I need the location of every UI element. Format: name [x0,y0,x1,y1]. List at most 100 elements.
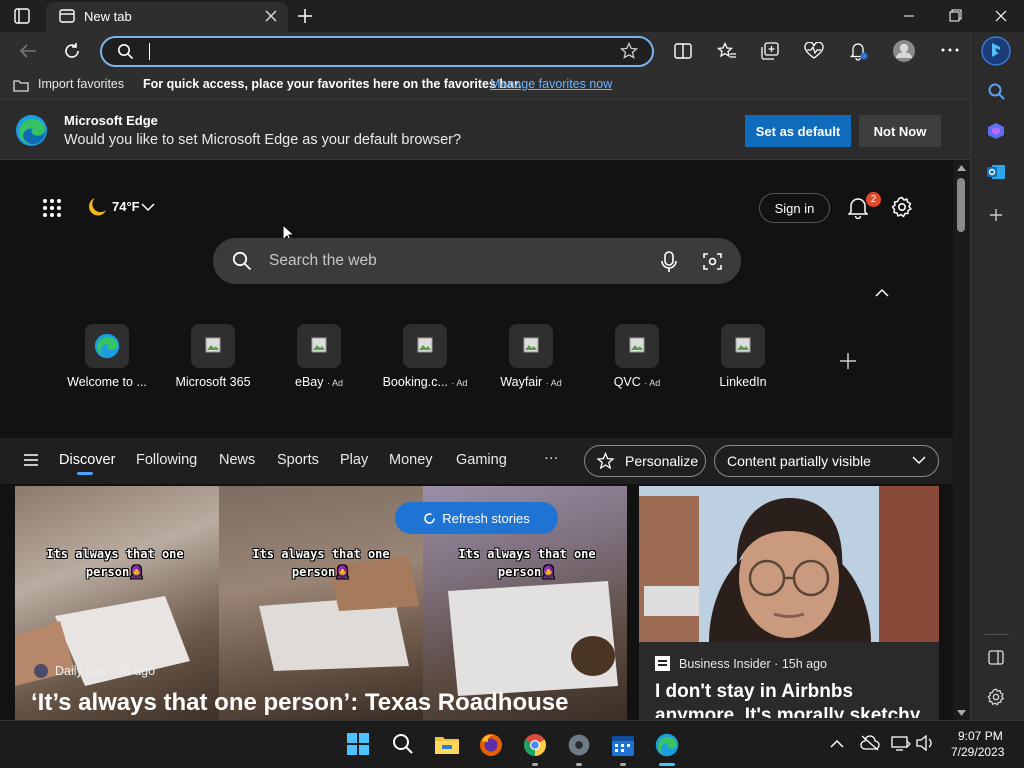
favorite-star-icon[interactable] [620,42,638,60]
favorites-bar-message: For quick access, place your favorites h… [143,77,522,91]
collections-icon[interactable] [761,42,779,60]
import-favorites-link[interactable]: Import favorites [38,77,124,91]
quick-link-text: eBay [295,375,324,389]
not-now-button[interactable]: Not Now [859,115,941,147]
publisher-logo-icon [33,663,49,679]
firefox-icon[interactable] [479,733,503,757]
more-tabs-button[interactable]: ··· [544,450,559,466]
tab-news[interactable]: News [219,452,255,468]
quick-link-microsoft-365[interactable] [191,324,235,368]
tab-money[interactable]: Money [389,452,433,468]
more-options-icon[interactable] [941,48,959,52]
favorites-icon[interactable] [717,42,737,60]
scroll-thumb[interactable] [957,178,965,232]
quick-link-text: Booking.c... [382,375,448,389]
tab-sports[interactable]: Sports [277,452,319,468]
tab-title: New tab [84,9,132,24]
add-quick-link-icon[interactable] [839,352,857,370]
import-favorites-icon [13,77,29,92]
chevron-down-icon[interactable] [141,203,155,212]
settings-app-icon[interactable] [567,733,591,757]
minimize-button[interactable] [886,0,932,32]
personalize-label: Personalize [625,453,699,469]
refresh-icon[interactable] [63,42,81,60]
hide-sidebar-icon[interactable] [988,650,1004,665]
clock-time[interactable]: 9:07 PM [958,729,1003,743]
quick-link-label: eBay · Ad [266,375,372,389]
close-window-button[interactable] [978,0,1024,32]
edge-taskbar-icon[interactable] [655,733,679,757]
quick-link-wayfair[interactable] [509,324,553,368]
search-input[interactable]: Search the web [269,252,377,270]
tab-following[interactable]: Following [136,452,197,468]
clock-date[interactable]: 7/29/2023 [951,745,1004,759]
tab-discover[interactable]: Discover [59,452,115,468]
new-tab-page-icon [59,8,75,24]
notification-bell-icon[interactable] [848,197,868,219]
volume-icon[interactable] [916,735,934,751]
hamburger-menu-icon[interactable] [24,454,38,466]
sidebar-settings-icon[interactable] [987,688,1005,706]
close-tab-icon[interactable] [265,10,277,22]
manage-favorites-link[interactable]: Manage favorites now [490,77,612,91]
split-screen-icon[interactable] [674,43,692,59]
quick-link-qvc[interactable] [615,324,659,368]
story-headline[interactable]: I don't stay in Airbnbs anymore. It's mo… [655,680,935,718]
chrome-icon[interactable] [523,733,547,757]
show-hidden-icons-chevron-icon[interactable] [830,739,844,748]
microphone-icon[interactable] [661,251,677,273]
set-as-default-button[interactable]: Set as default [745,115,851,147]
quick-link-linkedin[interactable] [721,324,765,368]
browser-essentials-icon[interactable] [804,42,824,60]
quick-link-label: Welcome to ... [54,375,160,389]
quick-link-booking[interactable] [403,324,447,368]
restore-button[interactable] [932,0,978,32]
ad-label: · Ad [545,378,562,388]
tab-new-tab[interactable] [46,2,288,32]
scroll-up-icon[interactable] [957,165,966,171]
address-bar[interactable] [100,36,654,67]
new-tab-button[interactable] [297,8,313,24]
settings-gear-icon[interactable] [891,196,913,218]
weather-temperature[interactable]: 74°F [112,199,140,214]
quick-link-welcome[interactable] [85,324,129,368]
calendar-app-icon[interactable] [611,733,635,757]
add-sidebar-app-icon[interactable] [989,208,1003,222]
scroll-down-icon[interactable] [957,710,966,716]
story-headline[interactable]: ‘It’s always that one person’: Texas Roa… [31,689,568,717]
copilot-icon[interactable] [987,122,1005,140]
moon-weather-icon[interactable] [86,196,108,218]
page-scrollbar[interactable] [953,160,970,720]
taskbar-search-icon[interactable] [392,733,414,755]
back-icon[interactable] [19,43,37,59]
quick-link-label: Booking.c... · Ad [372,375,478,389]
tab-actions-icon[interactable] [14,8,30,24]
video-caption: Its always that one person🧕 [442,545,612,581]
file-explorer-icon[interactable] [434,733,460,755]
refresh-stories-button[interactable]: Refresh stories [395,502,558,534]
quick-link-ebay[interactable] [297,324,341,368]
windows-start-icon[interactable] [347,733,369,755]
collapse-chevron-icon[interactable] [875,288,889,297]
profile-avatar[interactable] [892,39,916,63]
broken-image-icon [523,337,539,353]
visual-search-icon[interactable] [703,252,722,271]
refresh-stories-label: Refresh stories [442,510,530,526]
broken-image-icon [311,337,327,353]
sign-in-button[interactable]: Sign in [759,193,830,223]
text-caret [149,43,150,60]
bing-chat-icon[interactable] [981,36,1011,66]
notifications-icon[interactable] [849,41,869,61]
sidebar-search-icon[interactable] [988,83,1005,100]
outlook-icon[interactable] [987,163,1005,181]
network-icon[interactable] [891,735,911,751]
active-tab-indicator [77,472,93,475]
tab-play[interactable]: Play [340,452,368,468]
story-video-frame [219,486,423,720]
broken-image-icon [417,337,433,353]
quick-link-text: Wayfair [500,375,543,389]
edge-logo-icon [94,333,120,359]
apps-launcher-icon[interactable] [42,198,62,218]
tab-gaming[interactable]: Gaming [456,452,507,468]
cloud-sync-icon[interactable] [860,735,880,751]
